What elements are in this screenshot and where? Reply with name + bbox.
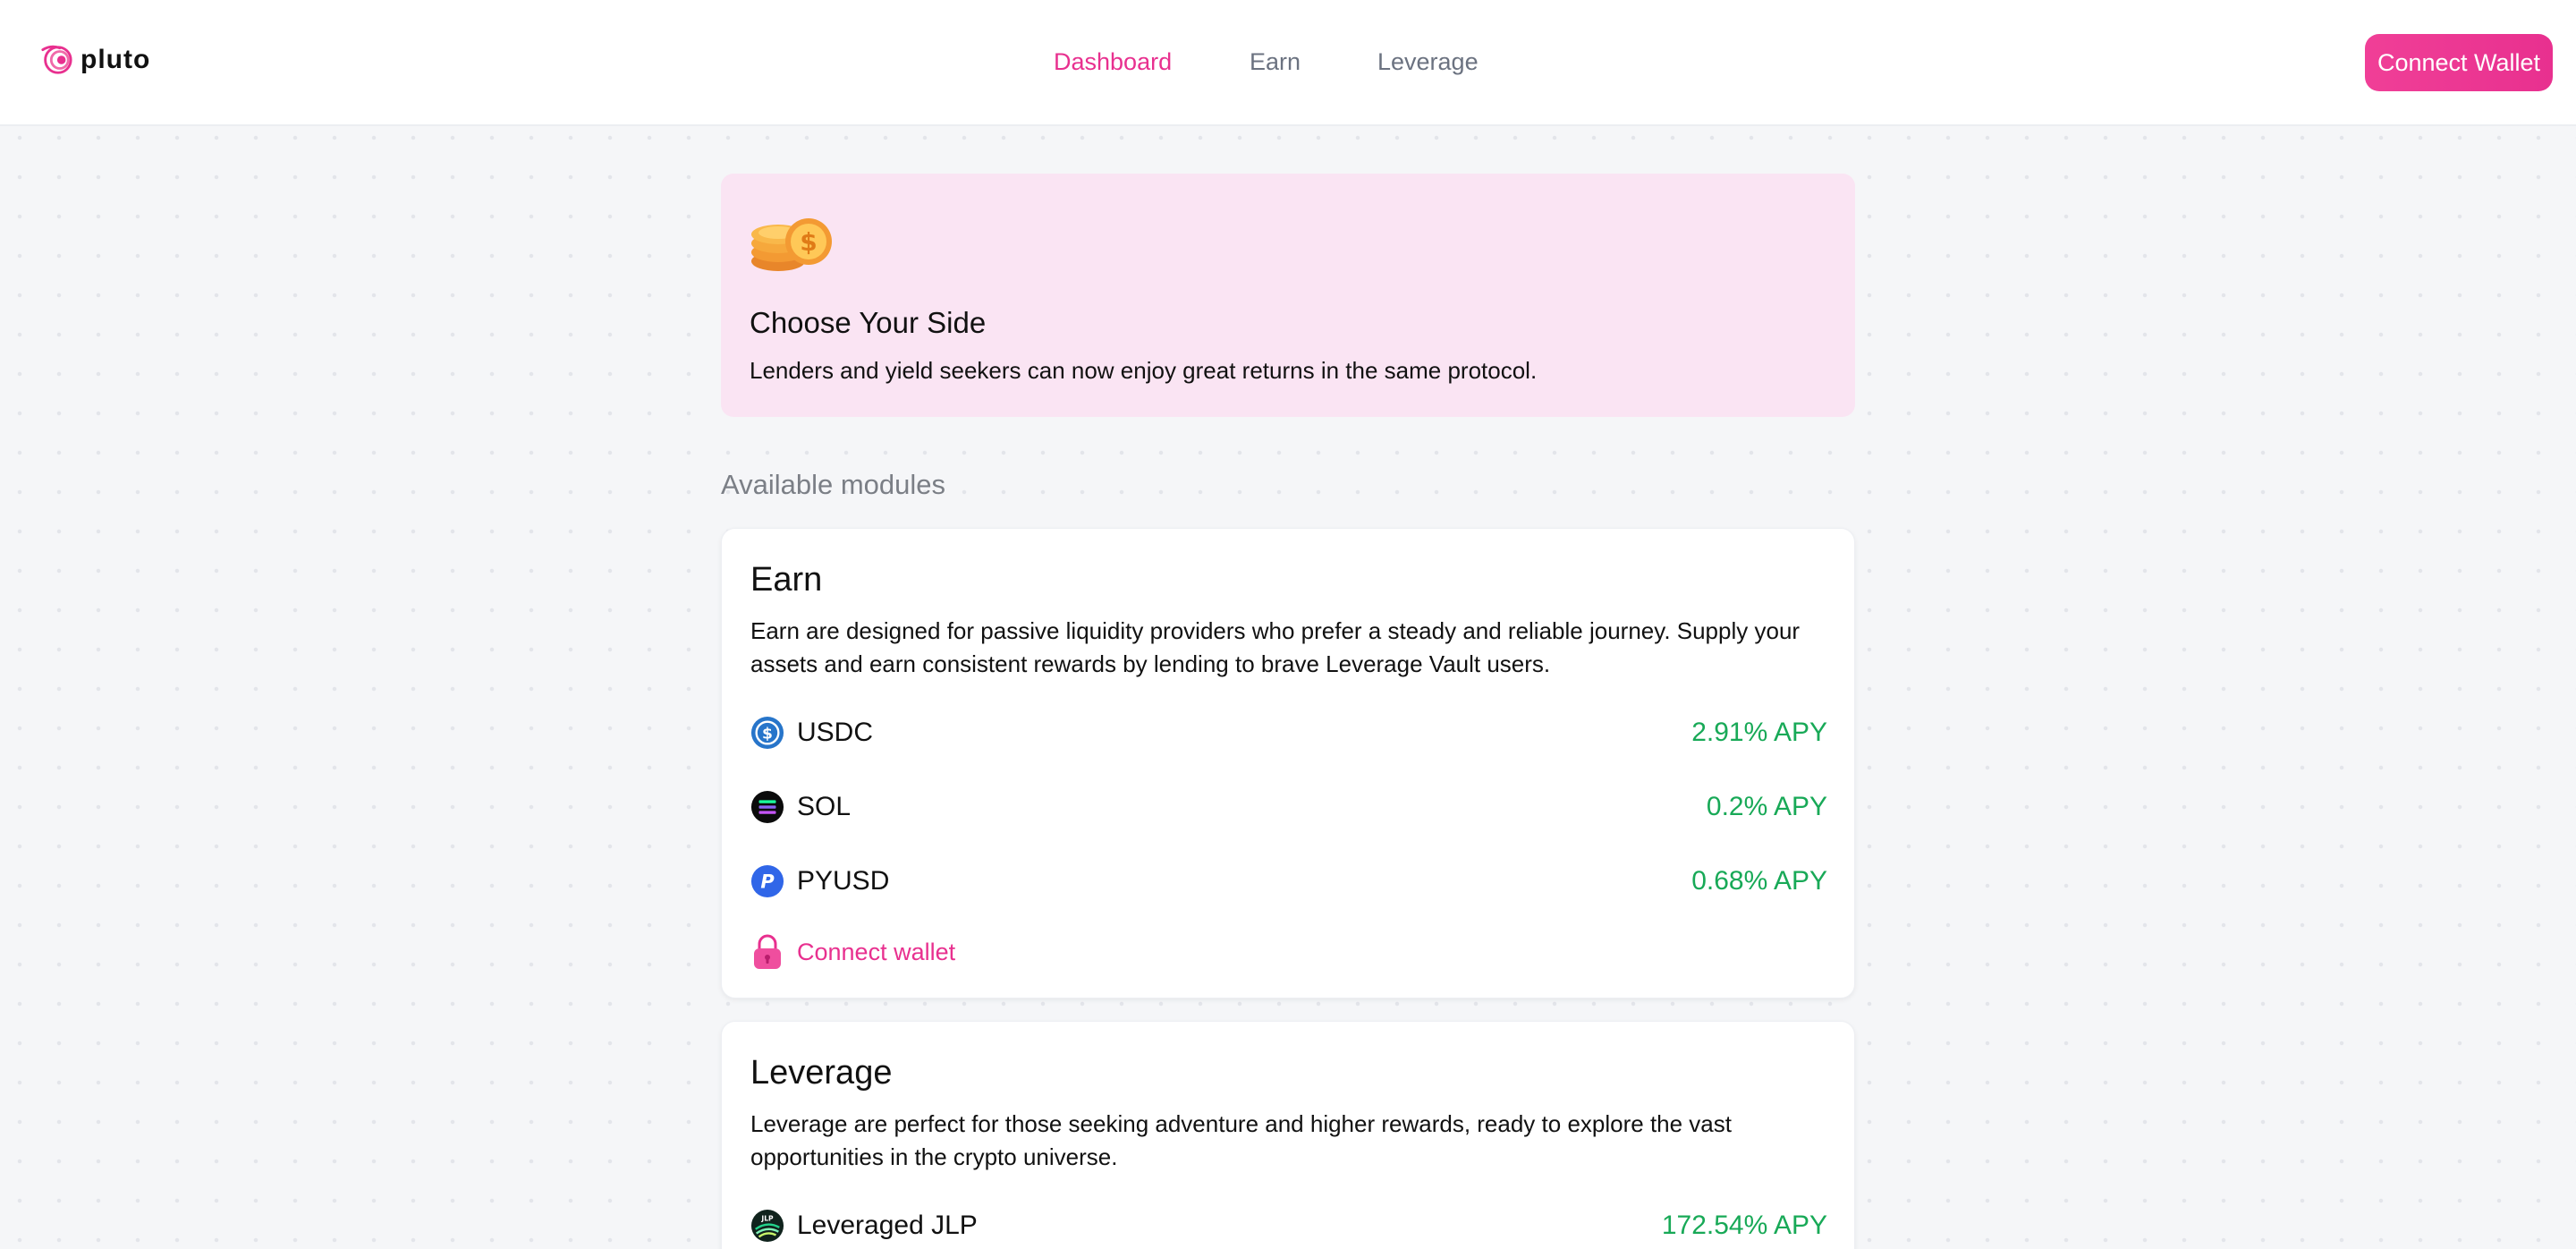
asset-name: SOL [797, 792, 852, 821]
nav-dashboard[interactable]: Dashboard [1054, 48, 1172, 76]
jlp-icon: JLP [750, 1209, 784, 1243]
svg-text:$: $ [800, 227, 817, 257]
earn-card-title: Earn [750, 561, 823, 599]
leverage-card-title: Leverage [750, 1054, 893, 1092]
leverage-card-description: Leverage are perfect for those seeking a… [750, 1110, 1732, 1170]
pyusd-icon: P [750, 864, 784, 898]
asset-name: USDC [797, 718, 874, 747]
earn-connect-wallet-link[interactable]: Connect wallet [750, 933, 955, 971]
top-header: pluto Dashboard Earn Leverage Connect Wa… [0, 0, 2576, 126]
asset-apy: 0.68% APY [1691, 866, 1827, 896]
lock-icon [754, 934, 781, 969]
sol-icon [750, 790, 784, 824]
asset-row-leveraged-jlp[interactable]: JLP Leveraged JLP 172.54% APY [750, 1206, 1827, 1245]
asset-row-usdc[interactable]: $ USDC 2.91% APY [750, 713, 1827, 752]
asset-apy: 2.91% APY [1691, 718, 1827, 747]
asset-apy: 172.54% APY [1661, 1211, 1827, 1240]
main-nav: Dashboard Earn Leverage [0, 0, 2576, 126]
svg-text:JLP: JLP [760, 1214, 774, 1222]
connect-wallet-link-text: Connect wallet [797, 938, 956, 965]
asset-row-pyusd[interactable]: P PYUSD 0.68% APY [750, 862, 1827, 901]
asset-name: Leveraged JLP [797, 1211, 978, 1240]
asset-row-sol[interactable]: SOL 0.2% APY [750, 787, 1827, 827]
nav-earn[interactable]: Earn [1250, 48, 1301, 76]
coins-icon: $ [751, 218, 832, 271]
earn-module-card[interactable]: Earn Earn are designed for passive liqui… [721, 528, 1855, 998]
hero-subtitle: Lenders and yield seekers can now enjoy … [750, 357, 1538, 384]
svg-text:P: P [760, 871, 775, 893]
connect-wallet-button[interactable]: Connect Wallet [2365, 34, 2553, 91]
usdc-icon: $ [750, 716, 784, 750]
earn-card-description: Earn are designed for passive liquidity … [750, 617, 1801, 677]
asset-name: PYUSD [797, 866, 890, 896]
asset-apy: 0.2% APY [1706, 792, 1827, 821]
leverage-module-card[interactable]: Leverage Leverage are perfect for those … [721, 1021, 1855, 1249]
svg-text:$: $ [762, 726, 773, 743]
hero-title: Choose Your Side [750, 306, 987, 339]
choose-side-banner: $ Choose Your Side Lenders and yield see… [721, 174, 1855, 417]
available-modules-title: Available modules [721, 469, 946, 500]
nav-leverage[interactable]: Leverage [1377, 48, 1479, 76]
